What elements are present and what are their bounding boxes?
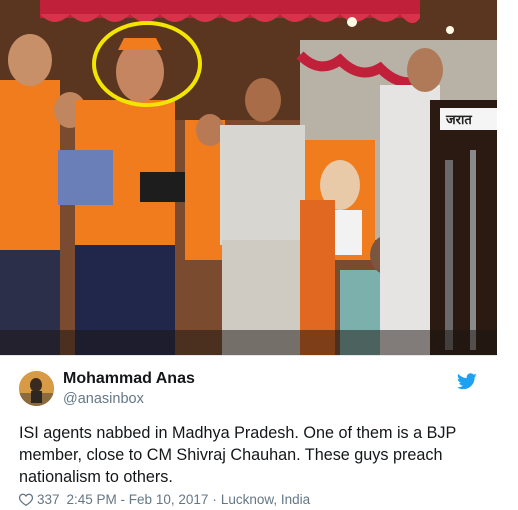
event-scene: जरात <box>0 0 497 355</box>
page-gutter <box>497 0 518 510</box>
like-count[interactable]: 337 <box>37 492 60 507</box>
display-name[interactable]: Mohammad Anas <box>63 370 195 388</box>
meta-separator: · <box>212 491 217 507</box>
tweet-meta: 337 2:45 PM - Feb 10, 2017 · Lucknow, In… <box>19 490 310 508</box>
heart-icon[interactable] <box>19 493 33 506</box>
avatar[interactable] <box>19 371 54 406</box>
user-handle[interactable]: @anasinbox <box>63 391 144 407</box>
photo-divider <box>0 355 497 356</box>
tweet-timestamp[interactable]: 2:45 PM - Feb 10, 2017 <box>67 492 209 507</box>
tweet-location[interactable]: Lucknow, India <box>221 492 310 507</box>
podium-sign: जरात <box>445 113 472 128</box>
tweet-text: ISI agents nabbed in Madhya Pradesh. One… <box>19 424 457 486</box>
twitter-bird-icon[interactable] <box>457 373 477 390</box>
tweet-photo[interactable]: जरात <box>0 0 497 355</box>
